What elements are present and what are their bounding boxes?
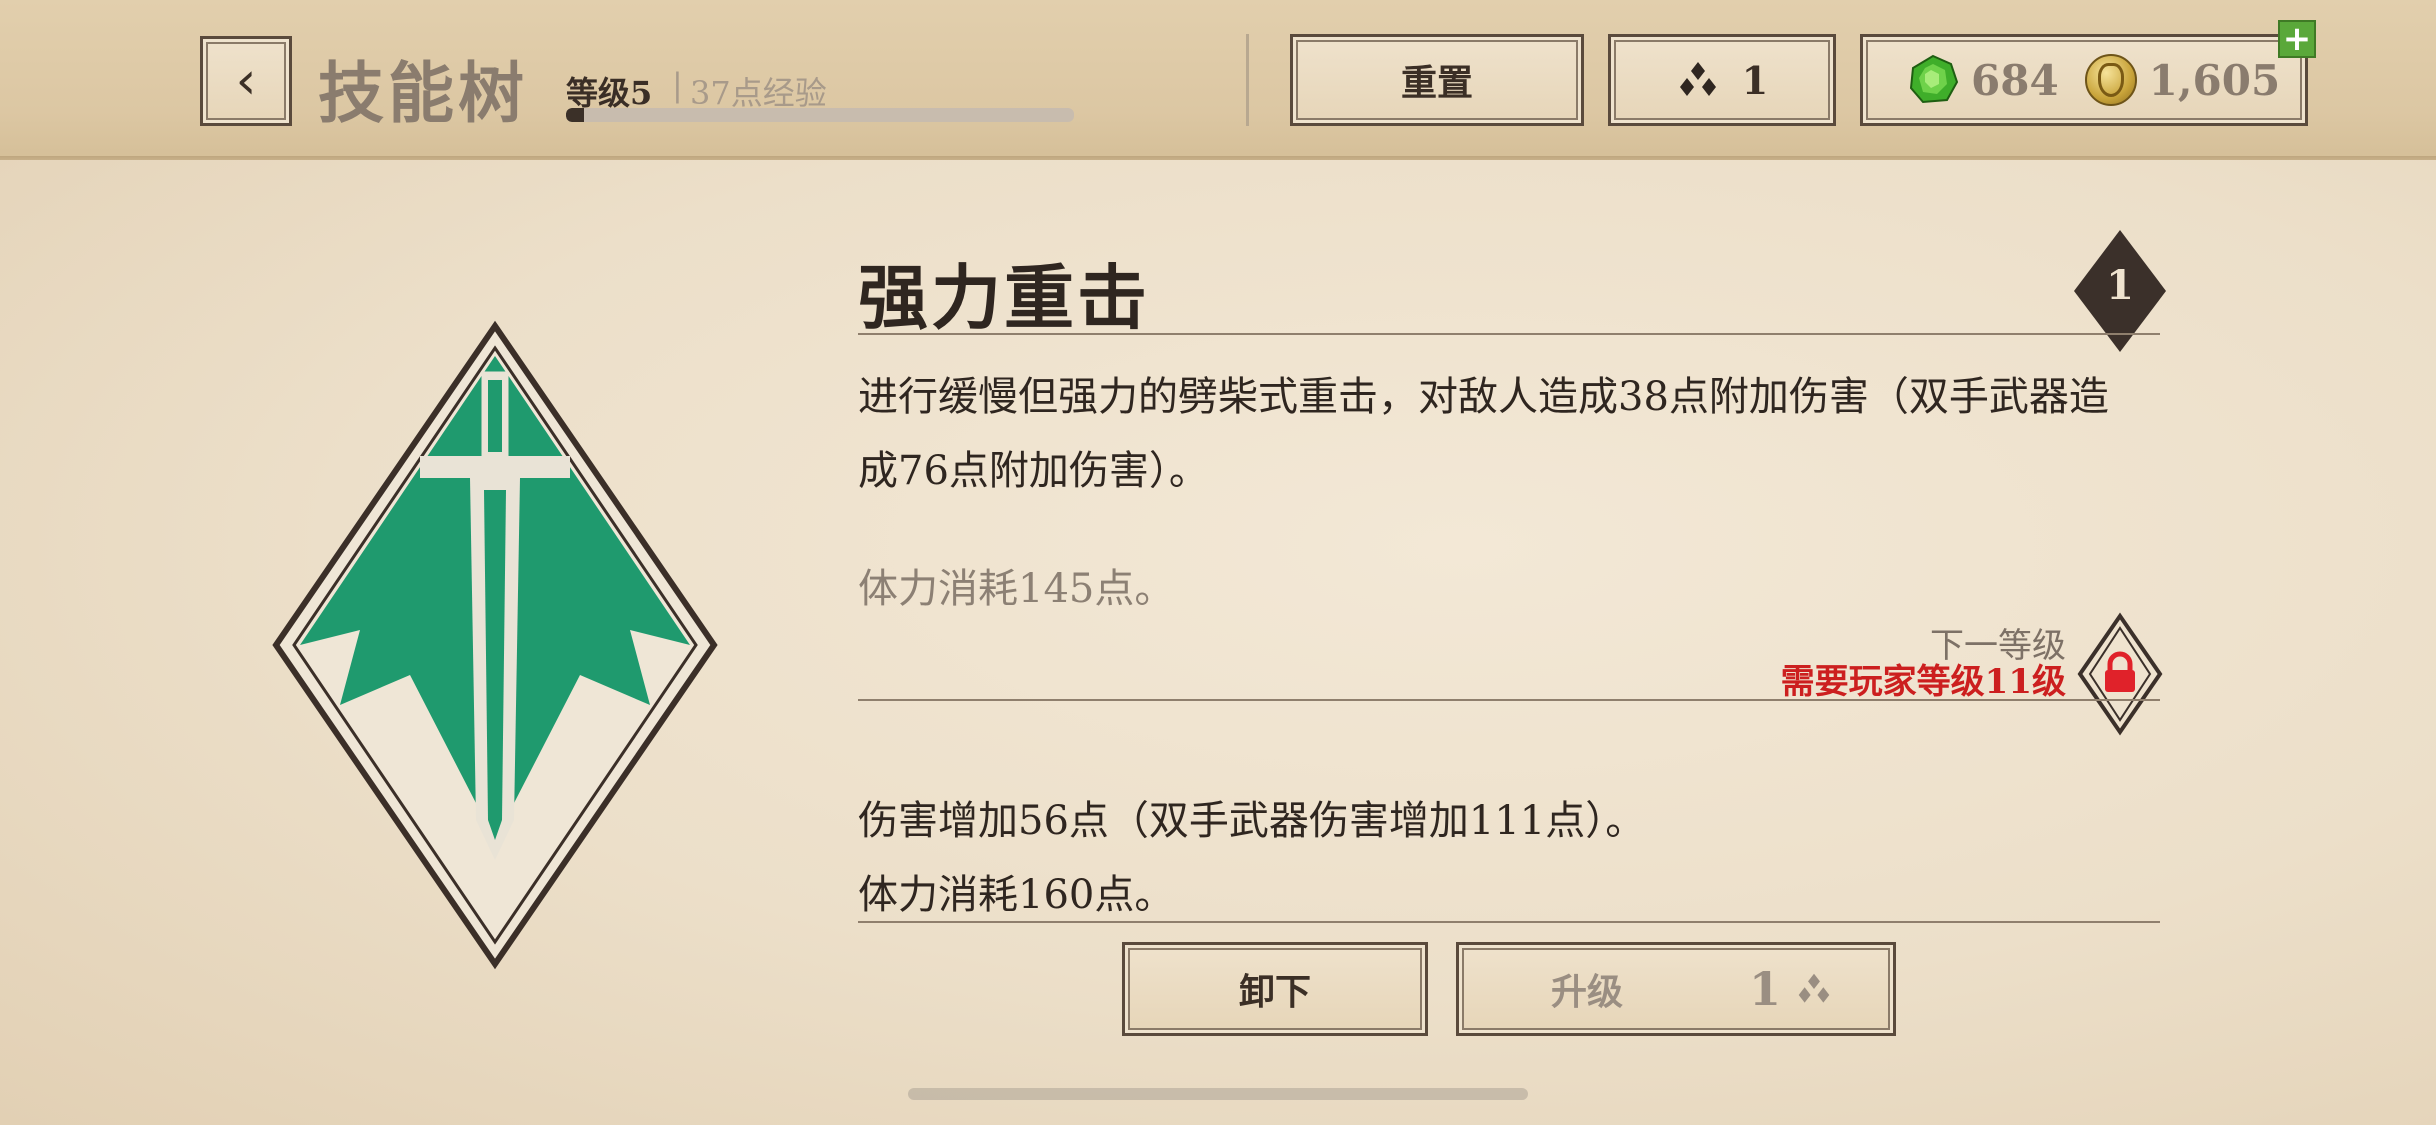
level-requirement: 需要玩家等级11级 [1780,662,2066,702]
upgrade-button-label: 升级 [1551,971,1624,1013]
skill-description: 进行缓慢但强力的劈柴式重击，对敌人造成38点附加伤害（双手武器造成76点附加伤害… [858,374,2109,494]
unequip-button[interactable]: 卸下 [1122,942,1428,1036]
add-currency-button[interactable]: + [2278,20,2316,58]
header-divider [1246,34,1249,126]
current-stamina-cost: 体力消耗145点。 [858,566,1175,612]
reset-button[interactable]: 重置 [1290,34,1584,126]
green-gem-icon [1909,54,1959,104]
upgrade-button[interactable]: 升级 1 [1456,942,1896,1036]
divider-next-level [858,699,2160,701]
experience-bar-fill [566,108,584,122]
divider-bottom [858,921,2160,923]
upgrade-cost-value: 1 [1748,962,1781,1016]
skill-name: 强力重击 [858,256,1150,339]
upgrade-cost: 1 [1749,962,1833,1016]
currency-panel[interactable]: 684 1,605 [1860,34,2308,126]
lock-icon [2077,612,2163,736]
experience-bar [566,108,1074,122]
level-separator: | [672,66,683,104]
gem-count: 684 [1971,55,2059,105]
skill-rank: 1 [2106,262,2134,309]
divider-title [858,333,2160,335]
sword-diamond-icon [272,320,718,970]
triple-diamond-icon [1798,973,1830,1003]
triple-diamond-icon [1679,62,1716,96]
gold-count: 1,605 [2148,55,2281,105]
unequip-button-label: 卸下 [1238,971,1311,1013]
reset-button-label: 重置 [1400,62,1473,104]
next-level-description: 伤害增加56点（双手武器伤害增加111点）。 体力消耗160点。 [858,784,1645,932]
chevron-left-icon: ‹ [235,51,257,111]
gold-coin-icon [2084,54,2137,106]
skill-points-button[interactable]: 1 [1608,34,1836,126]
home-indicator[interactable] [908,1088,1528,1100]
back-button[interactable]: ‹ [200,36,292,126]
skill-points-count: 1 [1741,57,1769,103]
next-level-damage: 伤害增加56点（双手武器伤害增加111点）。 [858,798,1646,844]
page-title: 技能树 [318,54,528,132]
